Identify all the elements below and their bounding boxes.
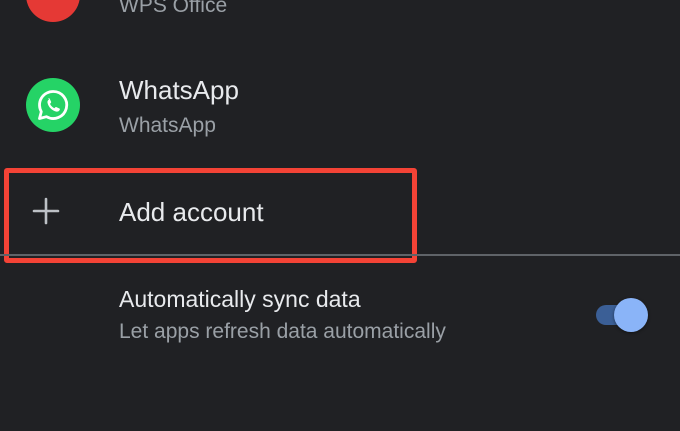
auto-sync-title: Automatically sync data (119, 286, 361, 312)
auto-sync-setting[interactable]: Automatically sync data Let apps refresh… (0, 256, 680, 376)
account-subtitle: WPS Office (119, 0, 228, 17)
account-name: WhatsApp (119, 75, 239, 105)
add-account-button[interactable]: Add account (0, 170, 680, 256)
account-subtitle: WhatsApp (119, 114, 216, 137)
whatsapp-icon (26, 78, 80, 132)
account-item-whatsapp[interactable]: WhatsApp WhatsApp (0, 62, 680, 152)
accounts-settings-screen: WPS Office WhatsApp WhatsApp Add account… (0, 0, 680, 431)
auto-sync-toggle[interactable] (594, 298, 650, 332)
toggle-thumb (614, 298, 648, 332)
auto-sync-subtitle: Let apps refresh data automatically (119, 320, 446, 343)
add-account-label: Add account (119, 197, 264, 227)
wps-office-icon (26, 0, 80, 22)
plus-icon (32, 197, 60, 225)
account-item-wps-office[interactable]: WPS Office (0, 0, 680, 40)
